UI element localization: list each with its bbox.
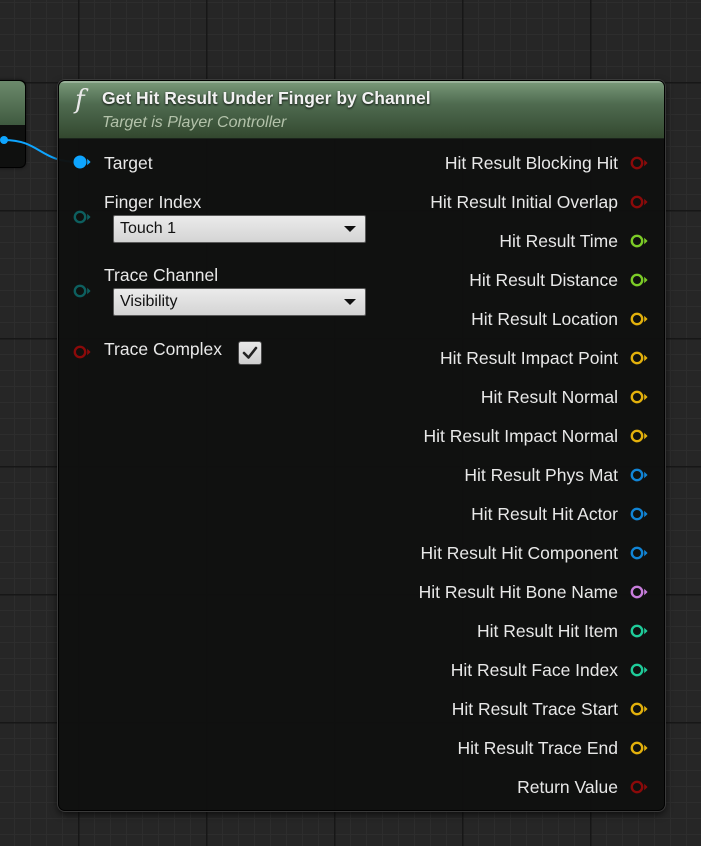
output-label-impact-normal: Hit Result Impact Normal [423, 426, 619, 446]
vector-pin-icon [630, 312, 648, 326]
output-label-time: Hit Result Time [499, 231, 618, 251]
finger-index-dropdown[interactable]: Touch 1 [113, 215, 366, 243]
output-pin-distance[interactable] [630, 272, 648, 288]
output-pin-phys-mat[interactable] [630, 467, 648, 483]
object-pin-icon [630, 468, 648, 482]
trace-channel-label: Trace Channel [104, 265, 219, 285]
output-label-face-index: Hit Result Face Index [450, 660, 618, 680]
chevron-down-icon [344, 299, 356, 305]
neighbor-node-header [0, 81, 25, 125]
vector-pin-icon [630, 429, 648, 443]
output-pin-trace-start[interactable] [630, 701, 648, 717]
output-pin-face-index[interactable] [630, 662, 648, 678]
float-pin-icon [630, 273, 648, 287]
bool-pin-icon [630, 156, 648, 170]
output-label-hit-bone-name: Hit Result Hit Bone Name [418, 582, 618, 602]
name-pin-icon [630, 585, 648, 599]
output-label-hit-actor: Hit Result Hit Actor [471, 504, 618, 524]
output-label-initial-overlap: Hit Result Initial Overlap [430, 192, 618, 212]
node-header[interactable]: f Get Hit Result Under Finger by Channel… [59, 81, 664, 139]
object-pin-icon [630, 546, 648, 560]
output-label-blocking-hit: Hit Result Blocking Hit [444, 153, 618, 173]
byte-pin-icon [73, 210, 91, 224]
bool-pin-icon [630, 780, 648, 794]
vector-pin-icon [630, 702, 648, 716]
output-label-phys-mat: Hit Result Phys Mat [464, 465, 618, 485]
int-pin-icon [630, 624, 648, 638]
object-pin-icon [73, 155, 91, 169]
target-pin[interactable] [73, 154, 91, 170]
output-pin-location[interactable] [630, 311, 648, 327]
byte-pin-icon [73, 284, 91, 298]
trace-complex-checkbox[interactable] [238, 341, 262, 365]
output-pin-trace-end[interactable] [630, 740, 648, 756]
trace-complex-pin[interactable] [73, 344, 91, 360]
output-label-trace-end: Hit Result Trace End [457, 738, 618, 758]
output-pin-normal[interactable] [630, 389, 648, 405]
node-title: Get Hit Result Under Finger by Channel [102, 88, 431, 108]
trace-channel-pin[interactable] [73, 283, 91, 299]
finger-index-value: Touch 1 [120, 220, 177, 237]
output-label-distance: Hit Result Distance [469, 270, 618, 290]
bool-pin-icon [630, 195, 648, 209]
output-pin-hit-bone-name[interactable] [630, 584, 648, 600]
vector-pin-icon [630, 390, 648, 404]
output-pin-impact-point[interactable] [630, 350, 648, 366]
output-label-hit-component: Hit Result Hit Component [420, 543, 618, 563]
neighbor-node[interactable] [0, 80, 26, 168]
output-pin-blocking-hit[interactable] [630, 155, 648, 171]
trace-complex-label: Trace Complex [104, 339, 222, 359]
output-label-trace-start: Hit Result Trace Start [451, 699, 618, 719]
float-pin-icon [630, 234, 648, 248]
output-label-hit-item: Hit Result Hit Item [477, 621, 618, 641]
output-pin-impact-normal[interactable] [630, 428, 648, 444]
finger-index-pin[interactable] [73, 209, 91, 225]
int-pin-icon [630, 663, 648, 677]
function-node[interactable]: f Get Hit Result Under Finger by Channel… [58, 80, 665, 811]
node-subtitle: Target is Player Controller [102, 114, 287, 131]
trace-channel-value: Visibility [120, 293, 178, 310]
bool-pin-icon [73, 345, 91, 359]
target-label: Target [104, 153, 153, 173]
finger-index-label: Finger Index [104, 192, 202, 212]
trace-channel-dropdown[interactable]: Visibility [113, 288, 366, 316]
checkmark-icon [242, 346, 258, 359]
output-label-normal: Hit Result Normal [480, 387, 618, 407]
vector-pin-icon [630, 351, 648, 365]
output-pin-initial-overlap[interactable] [630, 194, 648, 210]
output-pin-hit-component[interactable] [630, 545, 648, 561]
output-pin-time[interactable] [630, 233, 648, 249]
output-label-location: Hit Result Location [471, 309, 618, 329]
output-label-return-value: Return Value [517, 777, 618, 797]
function-icon: f [75, 85, 85, 115]
object-pin-icon [630, 507, 648, 521]
vector-pin-icon [630, 741, 648, 755]
output-pin-hit-item[interactable] [630, 623, 648, 639]
chevron-down-icon [344, 226, 356, 232]
output-pin-hit-actor[interactable] [630, 506, 648, 522]
output-pin-return-value[interactable] [630, 779, 648, 795]
output-label-impact-point: Hit Result Impact Point [440, 348, 618, 368]
